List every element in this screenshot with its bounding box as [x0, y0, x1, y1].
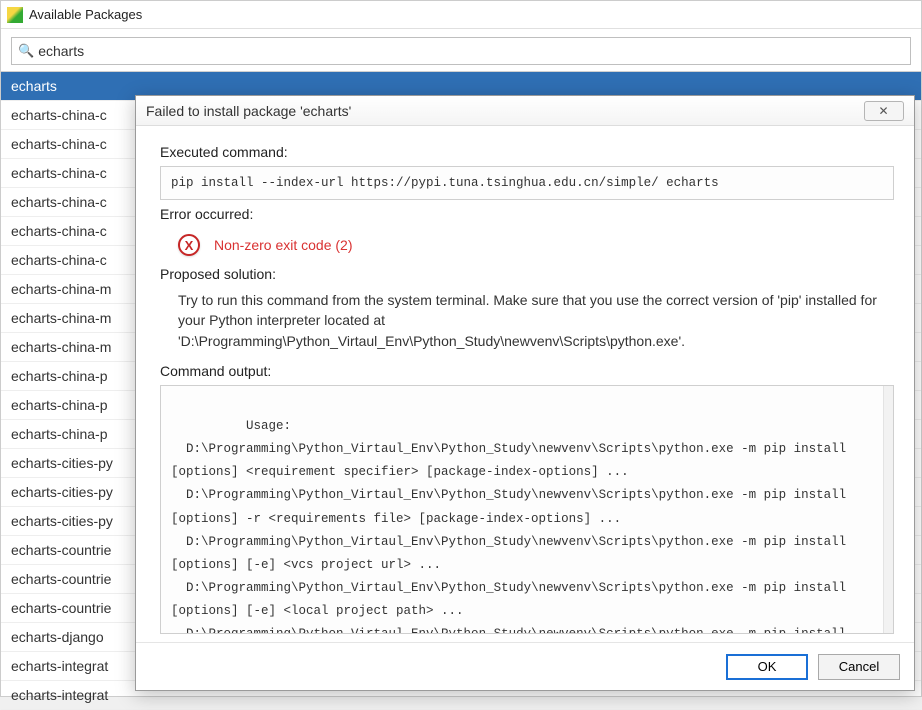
install-error-dialog: Failed to install package 'echarts' ✕ Ex… [135, 95, 915, 691]
close-button[interactable]: ✕ [864, 101, 904, 121]
available-packages-window: Available Packages 🔍 echartsecharts-chin… [0, 0, 922, 697]
output-wrap: Command output: Usage: D:\Programming\Py… [160, 357, 894, 634]
executed-command-label: Executed command: [160, 144, 894, 160]
dialog-button-row: OK Cancel [136, 642, 914, 690]
dialog-titlebar: Failed to install package 'echarts' ✕ [136, 96, 914, 126]
command-output-label: Command output: [160, 363, 894, 379]
command-output-box[interactable]: Usage: D:\Programming\Python_Virtaul_Env… [160, 385, 894, 634]
ok-button[interactable]: OK [726, 654, 808, 680]
search-icon: 🔍 [18, 43, 34, 59]
command-output-text: Usage: D:\Programming\Python_Virtaul_Env… [171, 419, 854, 634]
cancel-button[interactable]: Cancel [818, 654, 900, 680]
executed-command-box[interactable]: pip install --index-url https://pypi.tun… [160, 166, 894, 200]
close-icon: ✕ [878, 104, 889, 118]
error-message: Non-zero exit code (2) [214, 237, 353, 253]
proposed-solution-text: Try to run this command from the system … [160, 288, 894, 357]
window-title: Available Packages [29, 7, 142, 22]
error-occurred-label: Error occurred: [160, 206, 894, 222]
titlebar: Available Packages [1, 1, 921, 29]
search-input[interactable] [38, 43, 904, 59]
scrollbar[interactable] [883, 386, 893, 633]
search-box[interactable]: 🔍 [11, 37, 911, 65]
app-icon [7, 7, 23, 23]
search-wrap: 🔍 [1, 29, 921, 71]
dialog-body: Executed command: pip install --index-ur… [136, 126, 914, 642]
proposed-solution-label: Proposed solution: [160, 266, 894, 282]
error-row: X Non-zero exit code (2) [160, 228, 894, 260]
dialog-title: Failed to install package 'echarts' [146, 103, 864, 119]
error-icon: X [178, 234, 200, 256]
